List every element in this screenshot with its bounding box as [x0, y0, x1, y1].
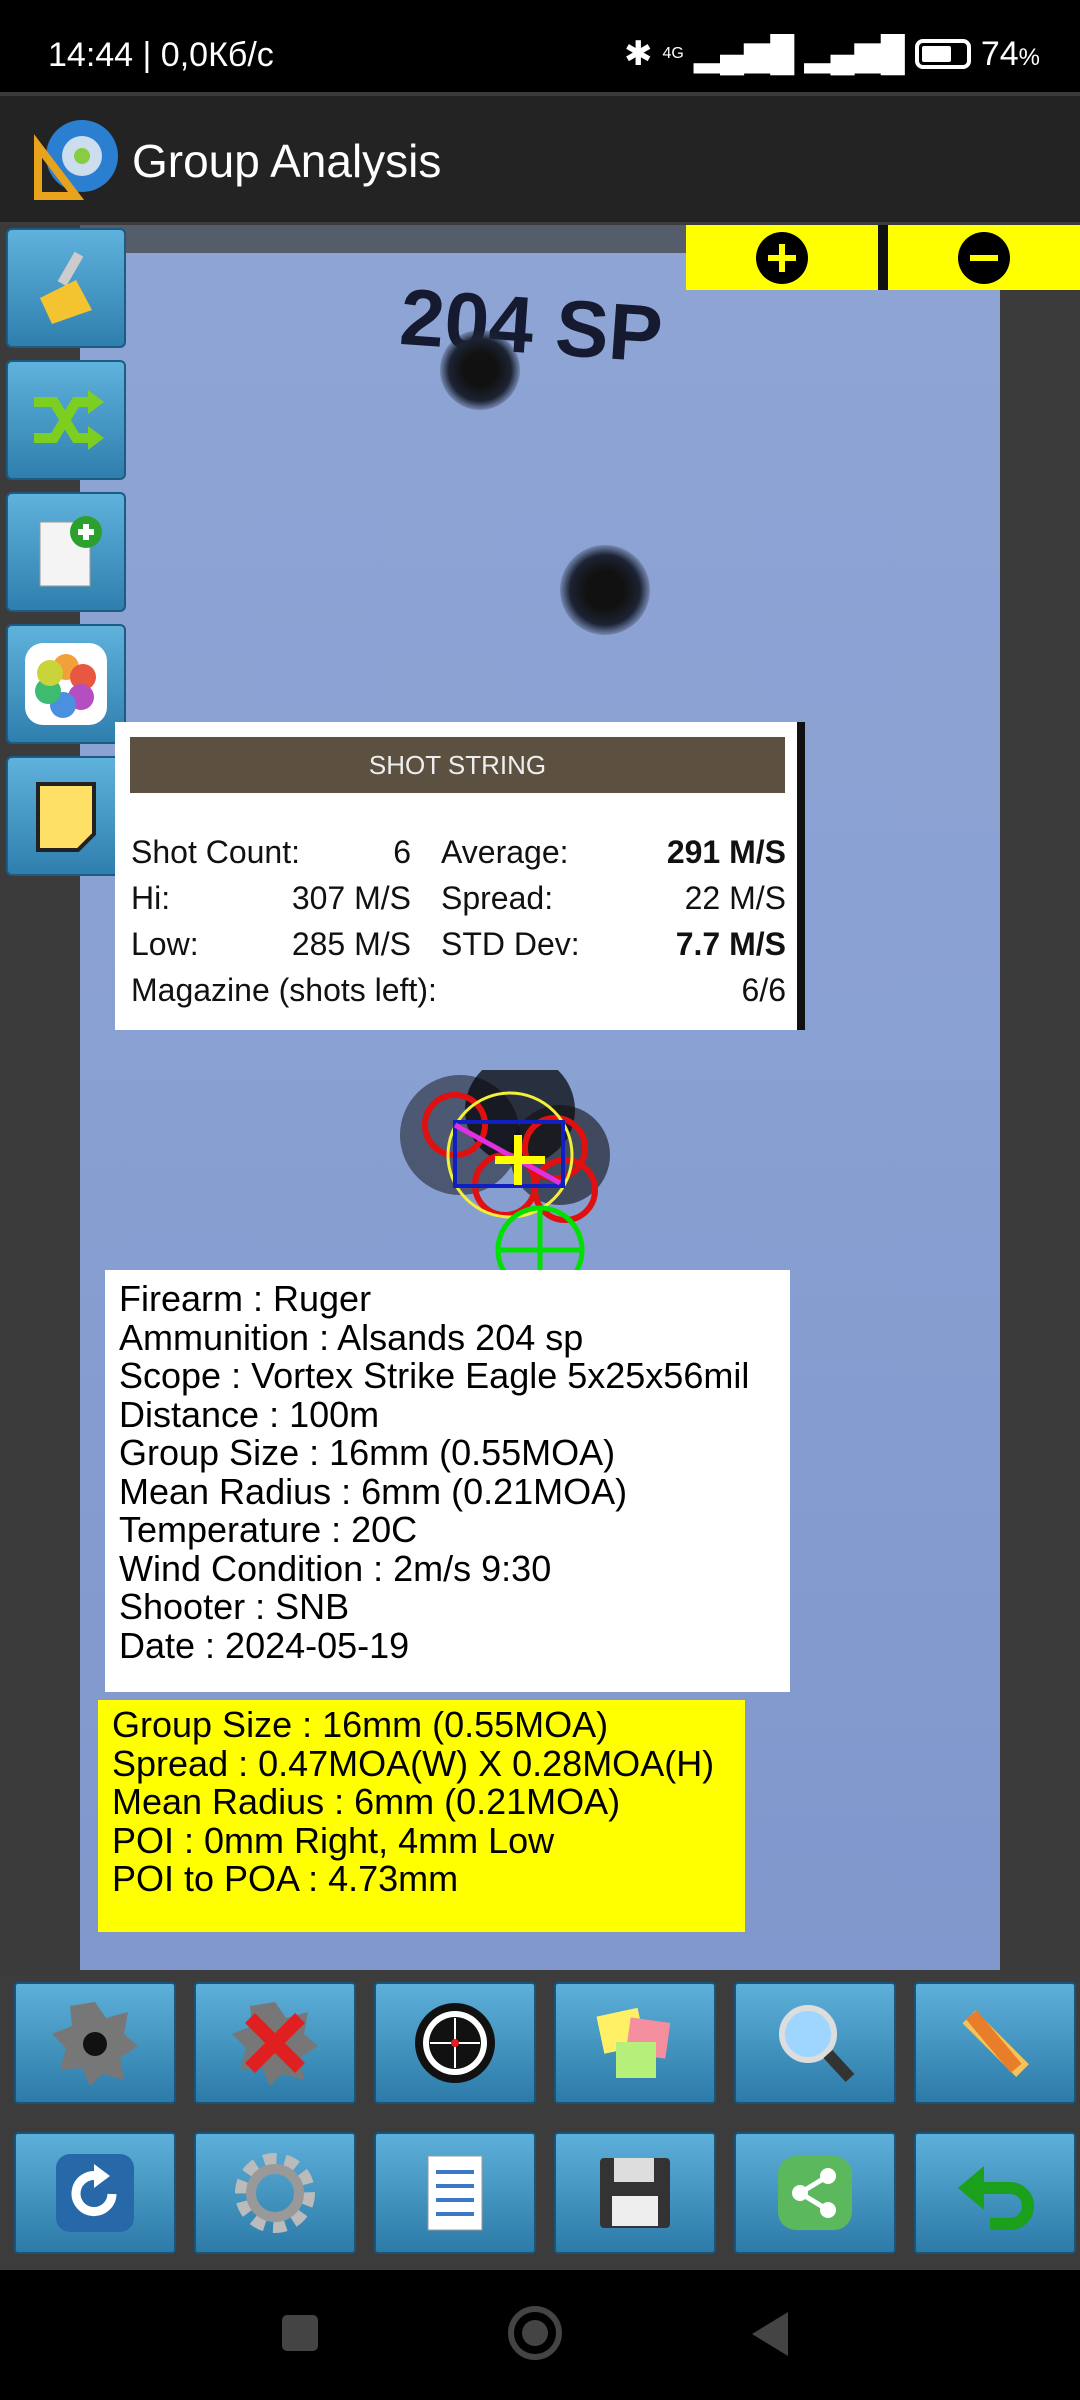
info-ammunition: Ammunition : Alsands 204 sp: [119, 1316, 584, 1358]
photos-icon: [25, 643, 107, 725]
info-date: Date : 2024-05-19: [119, 1624, 410, 1666]
checklist-icon: [427, 2155, 483, 2231]
report-button[interactable]: [374, 2132, 536, 2254]
hi-label: Hi:: [131, 880, 171, 916]
low-value: 285 M/S: [291, 926, 411, 962]
share-button[interactable]: [734, 2132, 896, 2254]
refresh-icon: [56, 2154, 134, 2232]
info-group-size: Group Size : 16mm (0.55MOA): [119, 1432, 616, 1473]
shot-string-panel: SHOT STRING Shot Count: 6 Average: 291 M…: [115, 722, 805, 1030]
group-overlay: [400, 1070, 610, 1290]
delete-shot-icon: [232, 2002, 318, 2086]
hi-value: 307 M/S: [291, 880, 411, 916]
info-distance: Distance : 100m: [119, 1393, 380, 1435]
minus-icon: [958, 231, 1010, 284]
summary-spread: Spread : 0.47MOA(W) X 0.28MOA(H): [112, 1742, 715, 1784]
zoom-divider: [878, 225, 888, 290]
zoom-out-button[interactable]: [888, 225, 1080, 290]
info-temperature: Temperature : 20C: [119, 1509, 418, 1550]
share-icon: [778, 2156, 852, 2230]
measure-button[interactable]: [914, 1982, 1076, 2104]
delete-shot-button[interactable]: [194, 1982, 356, 2104]
info-mean-radius: Mean Radius : 6mm (0.21MOA): [119, 1470, 628, 1512]
notes-button[interactable]: [6, 756, 126, 876]
magazine-value: 6/6: [741, 972, 786, 1008]
battery-level: 74%: [980, 34, 1040, 73]
target-icon: [415, 2003, 495, 2083]
signal-icon: ▂▄▆█: [693, 35, 795, 73]
note-icon: [36, 782, 96, 852]
shot-row-1: Shot Count: 6 Average: 291 M/S: [131, 834, 786, 878]
summary-poi-to-poa: POI to POA : 4.73mm: [112, 1858, 459, 1899]
group-summary-panel: Group Size : 16mm (0.55MOA) Spread : 0.4…: [98, 1700, 745, 1932]
clear-button[interactable]: [6, 228, 126, 348]
gallery-button[interactable]: [6, 624, 126, 744]
signal-icon-2: ▂▄▆█: [804, 35, 905, 73]
back-nav-button[interactable]: [752, 2312, 788, 2356]
new-document-button[interactable]: [6, 492, 126, 612]
network-type: 4G: [662, 45, 684, 62]
magazine-label: Magazine (shots left):: [131, 972, 437, 1008]
shuffle-icon: [34, 390, 104, 450]
average-value: 291 M/S: [666, 834, 786, 870]
bottom-toolbar: [0, 1970, 1080, 2270]
low-label: Low:: [131, 926, 199, 962]
bluetooth-icon: ✱: [624, 35, 653, 73]
system-nav-bar: [0, 2270, 1080, 2400]
shot-row-4: Magazine (shots left): 6/6: [131, 972, 786, 1016]
std-label: STD Dev:: [441, 926, 580, 962]
shot-count-label: Shot Count:: [131, 834, 300, 870]
gear-icon: [235, 2153, 315, 2233]
floppy-disk-icon: [600, 2158, 670, 2228]
battery-icon: [914, 39, 971, 69]
status-icons: ✱ 4G ▂▄▆█ ▂▄▆█ 74%: [624, 34, 1040, 74]
add-shot-button[interactable]: [14, 1982, 176, 2104]
recents-button[interactable]: [282, 2315, 318, 2351]
info-wind: Wind Condition : 2m/s 9:30: [119, 1547, 552, 1589]
notes-button-bottom[interactable]: [554, 1982, 716, 2104]
bullet-hole: [560, 545, 650, 635]
info-scope: Scope : Vortex Strike Eagle 5x25x56mil: [119, 1355, 750, 1396]
settings-button[interactable]: [194, 2132, 356, 2254]
std-value: 7.7 M/S: [675, 926, 786, 962]
image-edge: [80, 225, 700, 253]
set-poa-button[interactable]: [374, 1982, 536, 2104]
summary-mean-radius: Mean Radius : 6mm (0.21MOA): [112, 1781, 621, 1822]
ruler-pencil-icon: [962, 2010, 1029, 2077]
home-button[interactable]: [508, 2306, 562, 2360]
info-shooter: Shooter : SNB: [119, 1586, 350, 1627]
shuffle-button[interactable]: [6, 360, 126, 480]
spread-label: Spread:: [441, 880, 554, 916]
shot-string-title: SHOT STRING: [130, 737, 785, 793]
broom-icon: [40, 251, 92, 324]
save-button[interactable]: [554, 2132, 716, 2254]
session-info-panel: Firearm : Ruger Ammunition : Alsands 204…: [105, 1270, 790, 1692]
magnifier-icon: [779, 2005, 855, 2083]
refresh-button[interactable]: [14, 2132, 176, 2254]
shot-count-value: 6: [393, 834, 411, 870]
add-document-icon: [39, 516, 102, 587]
zoom-in-button[interactable]: [686, 225, 878, 290]
back-button[interactable]: [914, 2132, 1076, 2254]
spread-value: 22 M/S: [684, 880, 786, 916]
summary-poi: POI : 0mm Right, 4mm Low: [112, 1819, 555, 1861]
bullet-hole-icon: [52, 2002, 138, 2086]
target-handwriting: 204 SP: [397, 271, 666, 380]
app-logo-icon: [34, 120, 118, 200]
shot-row-2: Hi: 307 M/S Spread: 22 M/S: [131, 880, 786, 924]
status-time: 14:44 | 0,0Кб/с: [48, 36, 274, 74]
bullet-hole: [440, 330, 520, 410]
status-bar: 14:44 | 0,0Кб/с ✱ 4G ▂▄▆█ ▂▄▆█ 74%: [0, 0, 1080, 92]
info-firearm: Firearm : Ruger: [119, 1278, 372, 1319]
app-bar: Group Analysis: [0, 92, 1080, 222]
sticky-notes-icon: [596, 2007, 671, 2078]
average-label: Average:: [441, 834, 569, 870]
magnify-button[interactable]: [734, 1982, 896, 2104]
app-title: Group Analysis: [132, 135, 442, 187]
plus-icon: [756, 231, 808, 284]
shot-row-3: Low: 285 M/S STD Dev: 7.7 M/S: [131, 926, 786, 970]
undo-arrow-icon: [958, 2166, 1034, 2230]
summary-group-size: Group Size : 16mm (0.55MOA): [112, 1704, 609, 1745]
